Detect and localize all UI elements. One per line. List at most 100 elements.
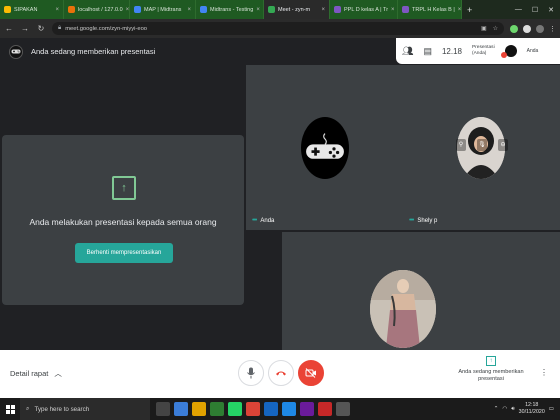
presenting-message: Anda melakukan presentasi kepada semua o…: [29, 217, 217, 227]
tab-label: Midtrans - Testing: [210, 6, 254, 13]
forward-icon[interactable]: →: [20, 24, 30, 33]
hang-up-icon: [276, 371, 286, 376]
browser-tab[interactable]: Midtrans - Testing ×: [196, 0, 264, 19]
app-icon[interactable]: [210, 402, 224, 416]
network-icon[interactable]: ◠: [502, 406, 507, 412]
tab-favicon-icon: [402, 6, 409, 13]
browser-tab[interactable]: MAP | Midtrans ×: [130, 0, 196, 19]
extension-icon[interactable]: [523, 24, 531, 33]
file-explorer-icon[interactable]: [192, 402, 206, 416]
tab-label: localhost / 127.0.0: [78, 6, 123, 13]
url-text: meet.google.com/zyn-miyyi-eoo: [65, 25, 148, 32]
profile-avatar[interactable]: [536, 24, 544, 33]
present-now-button[interactable]: ↑ Anda sedang memberikan presentasi: [455, 356, 527, 383]
present-label-line2: presentasi: [478, 376, 504, 382]
camera-off-icon: [305, 368, 316, 378]
people-icon[interactable]: 👥︎: [402, 46, 413, 57]
close-icon[interactable]: ×: [391, 7, 395, 13]
camera-button[interactable]: [298, 360, 324, 386]
close-icon[interactable]: ×: [187, 7, 191, 13]
taskbar-search-input[interactable]: ⌕ Type here to search: [20, 398, 150, 420]
tray-chevron-icon[interactable]: ⌃: [494, 406, 499, 412]
extension-icon[interactable]: [510, 24, 518, 33]
tab-favicon-icon: [4, 6, 11, 13]
participant-name-label: ••• Shely p: [409, 217, 437, 224]
participant-name-label: ••• Anda: [252, 217, 274, 224]
participant-avatar: [370, 270, 436, 348]
start-button[interactable]: [0, 398, 20, 420]
pin-icon[interactable]: ⚲: [456, 139, 466, 151]
reload-icon[interactable]: ↻: [36, 24, 46, 33]
browser-tab[interactable]: SIPAKAN ×: [0, 0, 64, 19]
edge-icon[interactable]: [174, 402, 188, 416]
chat-icon[interactable]: ▤: [423, 46, 432, 57]
tab-favicon-icon: [200, 6, 207, 13]
more-options-icon[interactable]: ⋮: [540, 368, 548, 377]
app-icon[interactable]: [300, 402, 314, 416]
close-icon[interactable]: ×: [321, 7, 325, 13]
whatsapp-icon[interactable]: [228, 402, 242, 416]
back-icon[interactable]: ←: [4, 24, 14, 33]
mute-icon[interactable]: 🎙︎: [477, 139, 487, 151]
microphone-button[interactable]: [238, 360, 264, 386]
meet-header: Anda sedang memberikan presentasi 👥︎ ▤ 1…: [0, 38, 560, 65]
meeting-details-button[interactable]: Detail rapat ︿: [10, 368, 62, 379]
tab-label: TRPL H Kelas B |: [412, 6, 455, 13]
browser-tab[interactable]: TRPL H Kelas B | ×: [398, 0, 462, 19]
windows-icon: [5, 404, 15, 414]
close-window-icon[interactable]: ✕: [548, 6, 554, 14]
browser-tab-active[interactable]: Meet - zyn-m ×: [264, 0, 330, 19]
presentation-chip[interactable]: Presentasi (Anda): [472, 45, 495, 57]
meeting-time: 12.18: [441, 46, 462, 56]
microphone-icon: [247, 367, 255, 379]
chrome-icon[interactable]: [246, 402, 260, 416]
taskbar-clock[interactable]: 12:18 30/11/2020: [519, 402, 545, 416]
tab-label: Meet - zyn-m: [278, 6, 311, 13]
new-tab-button[interactable]: +: [462, 5, 477, 15]
present-screen-icon: ↑: [112, 176, 136, 200]
close-icon[interactable]: ×: [458, 7, 461, 13]
volume-icon[interactable]: 🔊︎: [511, 406, 514, 413]
system-tray: ⌃ ◠ 🔊︎ 12:18 30/11/2020 ▭: [494, 402, 560, 416]
participant-photo: [370, 270, 436, 348]
screen: SIPAKAN × localhost / 127.0.0 × MAP | Mi…: [0, 0, 560, 420]
tab-label: SIPAKAN: [14, 6, 38, 13]
clock-date: 30/11/2020: [518, 409, 545, 415]
participant-name: Anda: [260, 217, 275, 224]
browser-tab[interactable]: PPL D kelas A | Tr ×: [330, 0, 398, 19]
tab-label: PPL D kelas A | Tr: [344, 6, 389, 13]
minimize-icon[interactable]: —: [515, 6, 522, 14]
participant-avatar: [301, 117, 349, 179]
word-icon[interactable]: [264, 402, 278, 416]
participant-tile[interactable]: ⚲ 🎙︎ ⊖ ••• Shely p: [403, 65, 560, 230]
remove-icon[interactable]: ⊖: [498, 139, 508, 151]
meeting-control-bar: Detail rapat ︿ ↑ Anda sedang memberikan …: [0, 350, 560, 398]
stop-presenting-button[interactable]: Berhenti mempresentasikan: [75, 243, 173, 263]
present-screen-icon: ↑: [486, 356, 496, 366]
camera-status-icon[interactable]: ▣: [481, 25, 487, 32]
maximize-icon[interactable]: ☐: [532, 6, 538, 14]
close-icon[interactable]: ×: [55, 7, 59, 13]
present-label: Anda sedang memberikan: [458, 369, 524, 375]
browser-tab[interactable]: localhost / 127.0.0 ×: [64, 0, 130, 19]
task-view-icon[interactable]: [156, 402, 170, 416]
url-input[interactable]: 🔒︎ meet.google.com/zyn-miyyi-eoo ▣ ☆: [52, 22, 504, 35]
presentation-chip-sublabel: (Anda): [471, 51, 487, 56]
extensions: ⋮: [510, 24, 556, 33]
leave-call-button[interactable]: [268, 360, 294, 386]
tile-hover-controls: ⚲ 🎙︎ ⊖: [456, 139, 508, 151]
menu-dots-icon[interactable]: ⋮: [549, 25, 556, 33]
vscode-icon[interactable]: [282, 402, 296, 416]
close-icon[interactable]: ×: [126, 7, 129, 13]
windows-taskbar: ⌕ Type here to search ⌃ ◠ 🔊︎ 12:18 30/11…: [0, 398, 560, 420]
notifications-icon[interactable]: ▭: [549, 406, 554, 412]
participant-tile[interactable]: ••• Anda: [246, 65, 403, 230]
taskbar-apps: [156, 402, 350, 416]
close-icon[interactable]: ×: [256, 7, 260, 13]
acrobat-icon[interactable]: [318, 402, 332, 416]
meet-top-right-panel: 👥︎ ▤ 12.18 Presentasi (Anda) Anda: [396, 38, 560, 64]
participant-tile[interactable]: [282, 232, 560, 350]
app-icon[interactable]: [336, 402, 350, 416]
self-name: Anda: [526, 48, 539, 54]
bookmark-star-icon[interactable]: ☆: [493, 25, 498, 32]
